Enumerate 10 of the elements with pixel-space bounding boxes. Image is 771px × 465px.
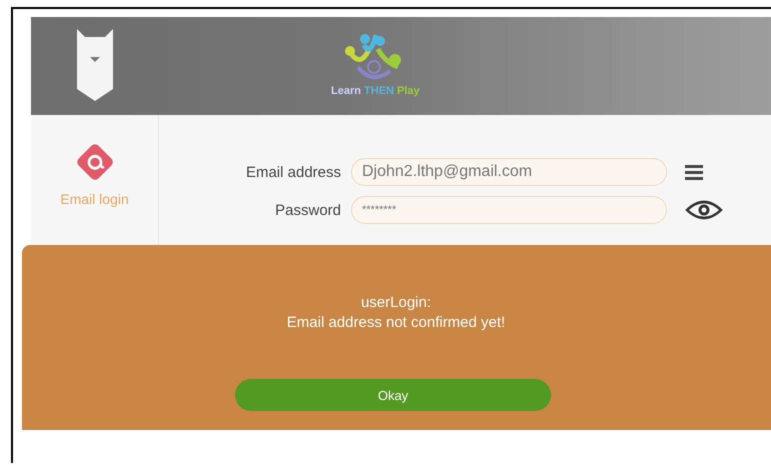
eye-icon[interactable] [685,200,723,220]
logo-text: Learn THEN Play [331,85,420,97]
okay-button[interactable]: Okay [235,379,551,411]
menu-icon[interactable] [685,164,703,180]
email-field[interactable]: Djohn2.lthp@gmail.com [351,158,667,186]
fox-logo-icon [77,29,113,101]
password-field[interactable]: ******** [351,196,667,224]
field-label: Password [274,202,342,218]
dialog-message: userLogin: Email address not confirmed yet! [286,293,506,333]
field-label: Email address [244,164,342,180]
